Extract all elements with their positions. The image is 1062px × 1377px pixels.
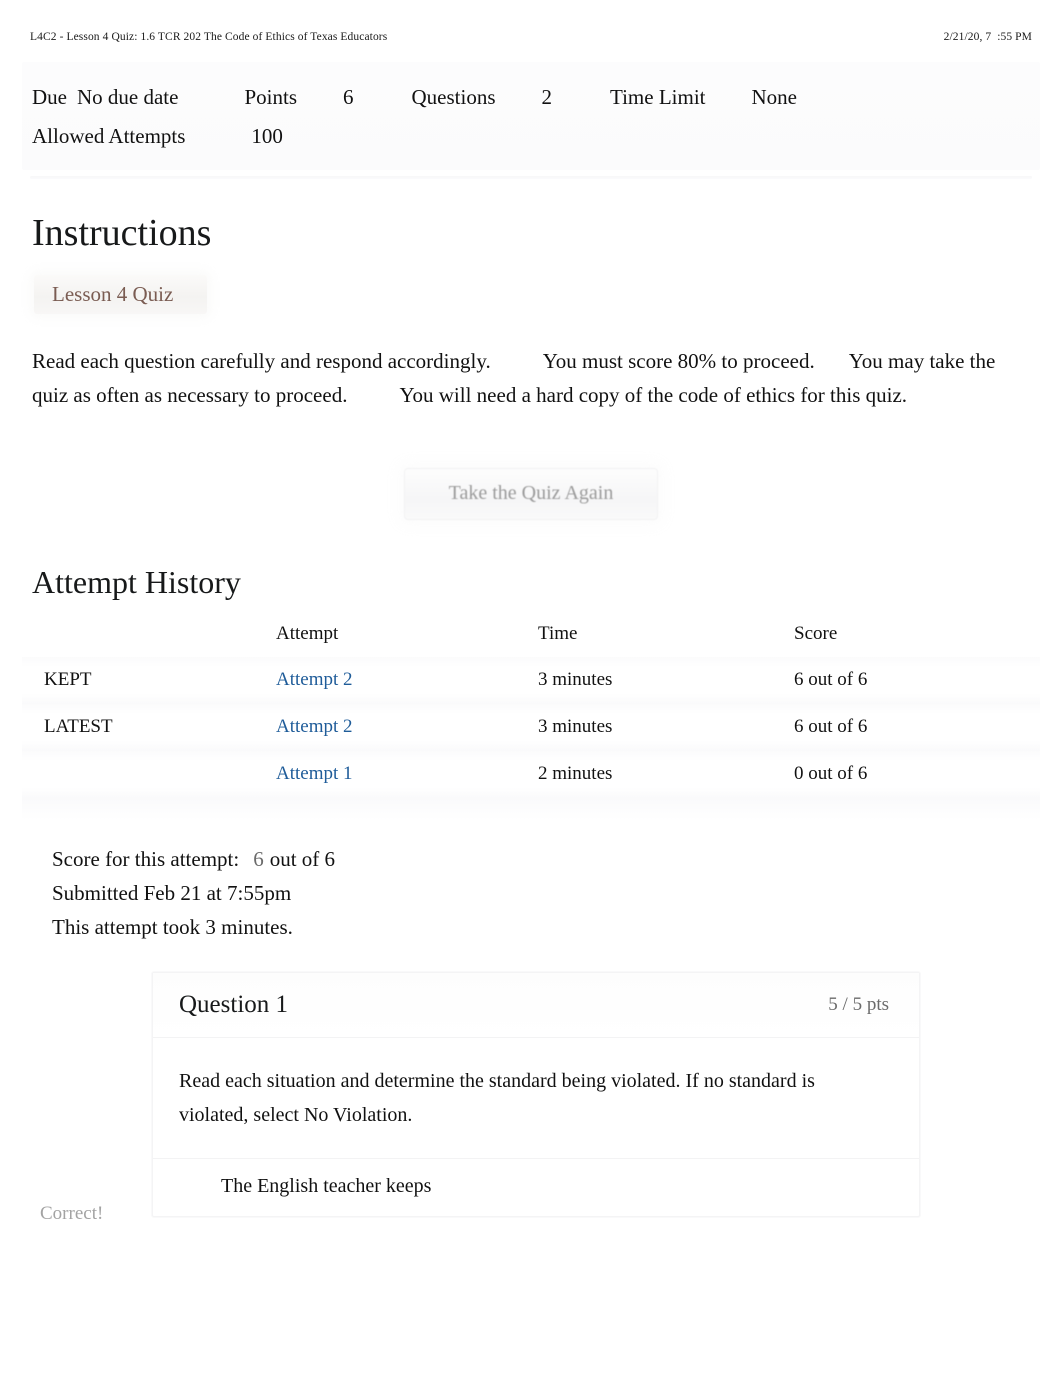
row-time: 3 minutes [538,669,613,691]
row-time: 2 minutes [538,763,613,785]
row-time: 3 minutes [538,716,613,738]
row-score: 6 out of 6 [794,716,868,738]
instructions-line1-c: You may [848,348,925,373]
print-header-date: 2/21/20, 7 :55 PM [943,31,1032,43]
row-attempt: Attempt 2 [276,704,538,751]
due-label: Due [32,85,67,109]
instructions-line1-b: You must score 80% to proceed. [542,348,815,373]
row-score: 0 out of 6 [794,763,868,785]
attempt-history-heading: Attempt History [32,563,241,600]
points-value: 6 [343,85,354,109]
time-limit-label: Time Limit [610,85,706,109]
submitted-line: Submitted Feb 21 at 7:55pm [52,880,292,905]
question-points: 5 / 5 pts [828,993,889,1015]
attempt-history-table-footer [22,797,1040,820]
take-quiz-again-button[interactable]: Take the Quiz Again [404,467,658,520]
question-answers: The English teacher keeps [153,1157,919,1216]
points-label: Points [244,85,297,109]
row-tag-label: KEPT [44,669,92,691]
attempt-link[interactable]: Attempt 2 [276,714,363,740]
allowed-attempts-label: Allowed Attempts [32,124,186,148]
print-header: L4C2 - Lesson 4 Quiz: 1.6 TCR 202 The Co… [0,26,1062,48]
quiz-page: Due No due date Points 6 Questions 2 Tim… [0,62,1062,1224]
attempt-history-head: Attempt Time Score [22,623,1040,657]
attempt-link[interactable]: Attempt 1 [276,761,363,787]
score-out-of: out of 6 [269,846,336,871]
row-attempt: Attempt 2 [276,657,538,704]
question-prompt: Read each situation and determine the st… [179,1069,815,1126]
instructions-line1-a: Read each question carefully and respond… [32,348,491,373]
score-label: Score for this attempt: [52,846,240,871]
row-tag: KEPT [22,657,276,704]
retake-button-area: Take the Quiz Again [0,456,1062,542]
row-attempt: Attempt 1 [276,751,538,798]
column-header-score: Score [794,622,838,644]
row-score: 6 out of 6 [794,669,868,691]
lesson-chip-wrapper: Lesson 4 Quiz [34,274,208,314]
score-value: 6 [253,846,264,871]
questions-label: Questions [411,85,496,109]
time-limit-value: None [751,85,798,109]
question-title: Question 1 [179,990,289,1018]
column-header-attempt: Attempt [276,622,339,644]
score-line: Score for this attempt: 6 out of 6 [52,842,1062,876]
quiz-meta-row-1: Due No due date Points 6 Questions 2 Tim… [32,78,1030,117]
duration-line: This attempt took 3 minutes. [52,914,293,939]
quiz-meta-band: Due No due date Points 6 Questions 2 Tim… [22,62,1040,170]
correct-flag: Correct! [40,1202,104,1224]
table-row: KEPT Attempt 2 3 minutes 6 out of 6 [22,656,1040,704]
instructions-body: Read each question carefully and respond… [32,344,1032,412]
answer-text: The English teacher keeps [221,1174,432,1197]
score-summary: Score for this attempt: 6 out of 6 Submitt… [52,842,1062,944]
table-row: LATEST Attempt 2 3 minutes 6 out of 6 [22,703,1040,751]
table-row: Attempt 1 2 minutes 0 out of 6 [22,750,1040,798]
meta-divider [30,176,1032,179]
instructions-line3: for this quiz. [800,382,908,407]
column-header-tag [22,623,276,657]
print-header-title: L4C2 - Lesson 4 Quiz: 1.6 TCR 202 The Co… [30,31,388,43]
question-card: Correct! Question 1 5 / 5 pts Read each … [40,971,920,1224]
instructions-line2-b: You will need a hard copy of the code of… [399,382,796,407]
row-tag [22,751,276,798]
questions-value: 2 [541,85,553,109]
attempt-history-header-row: Attempt Time Score [22,623,1040,657]
attempt-history-table: Attempt Time Score KEPT Attempt 2 3 minu… [22,623,1040,798]
answer-row[interactable]: The English teacher keeps [179,1175,893,1198]
lesson-quiz-chip: Lesson 4 Quiz [34,274,208,314]
row-tag-label: LATEST [44,716,113,738]
question-header: Question 1 5 / 5 pts [153,972,919,1038]
column-header-time: Time [538,622,578,644]
attempt-link[interactable]: Attempt 2 [276,667,363,693]
quiz-meta-row-2: Allowed Attempts 100 [32,117,1030,156]
row-tag: LATEST [22,704,276,751]
instructions-heading: Instructions [32,212,212,254]
attempt-history-body: KEPT Attempt 2 3 minutes 6 out of 6 LATE… [22,656,1040,798]
due-value: No due date [77,85,179,109]
allowed-attempts-value: 100 [251,124,283,148]
